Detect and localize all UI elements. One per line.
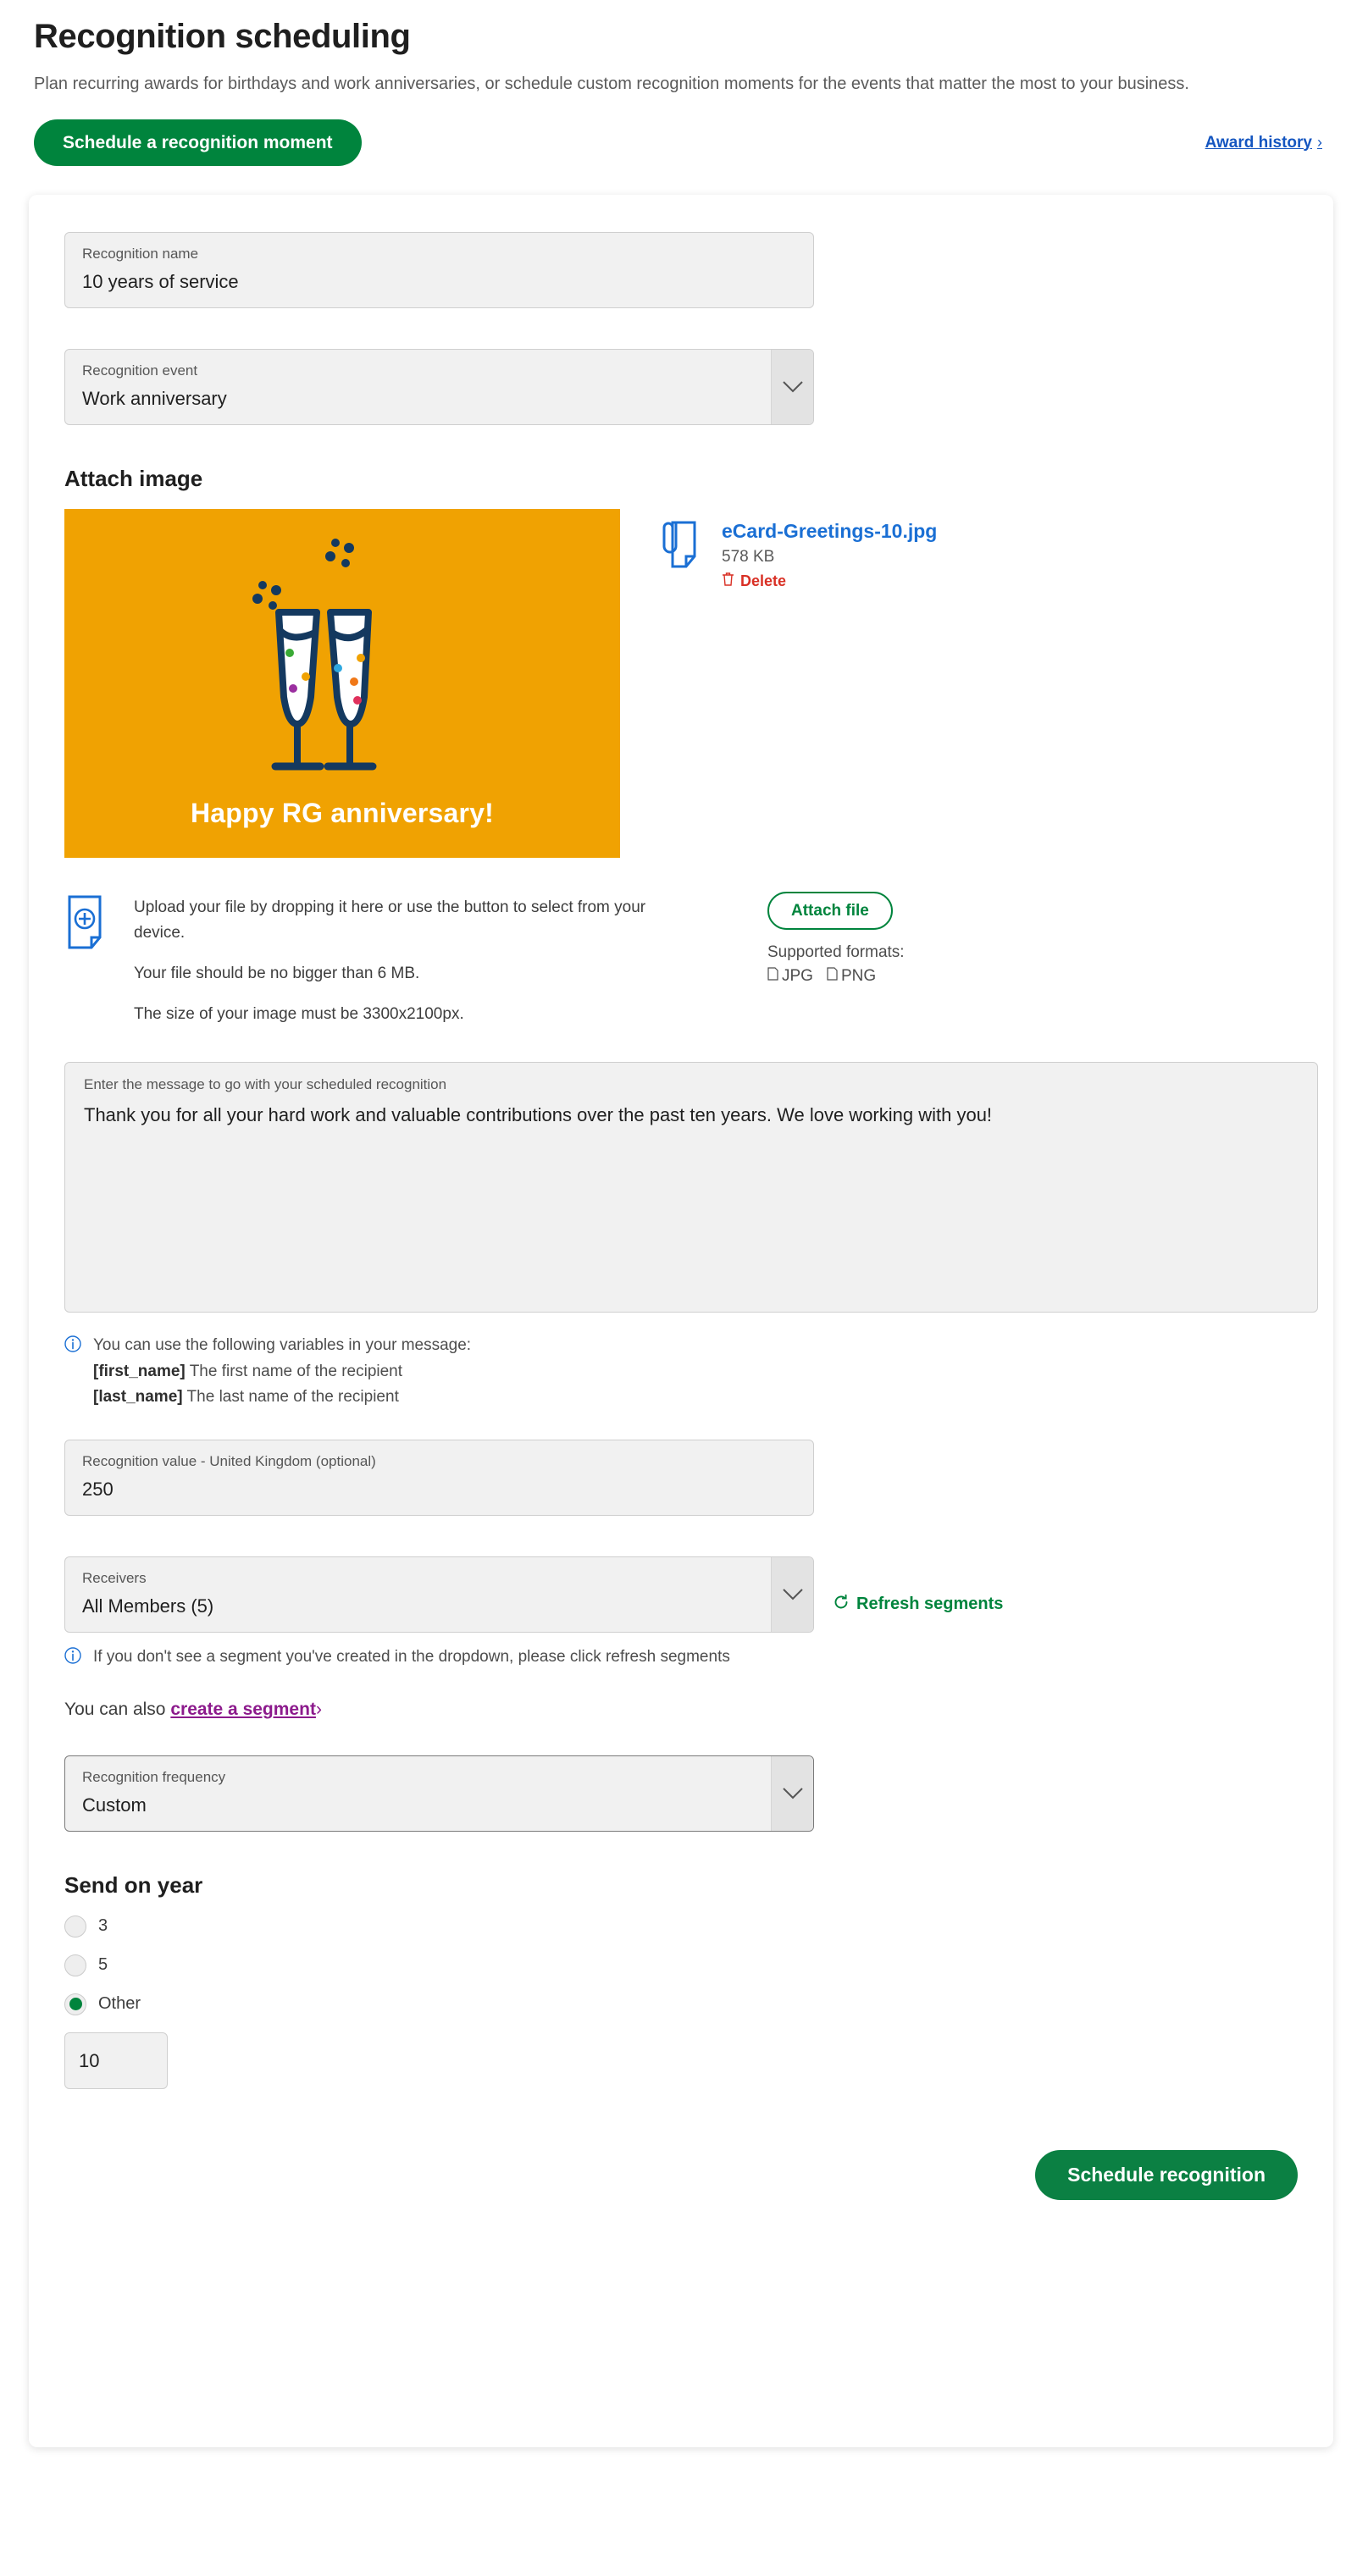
upload-dropzone[interactable]: Upload your file by dropping it here or … — [64, 890, 1298, 1028]
last-name-token: [last_name] — [93, 1387, 183, 1406]
recognition-value-label: Recognition value - United Kingdom (opti… — [82, 1452, 376, 1469]
chevron-down-icon[interactable] — [771, 1755, 813, 1831]
radio-indicator[interactable] — [64, 1954, 86, 1976]
refresh-segments-button[interactable]: Refresh segments — [833, 1594, 1003, 1616]
submit-row: Schedule recognition — [64, 2150, 1298, 2201]
format-jpg-label: JPG — [782, 966, 813, 985]
message-label: Enter the message to go with your schedu… — [84, 1075, 447, 1092]
chevron-right-icon: › — [315, 1699, 322, 1719]
first-name-token: [first_name] — [93, 1363, 186, 1381]
radio-option-3[interactable]: 3 — [64, 1915, 1298, 1938]
last-name-desc: The last name of the recipient — [186, 1387, 399, 1406]
variable-last-name: [last_name] The last name of the recipie… — [93, 1385, 471, 1409]
receivers-label: Receivers — [82, 1569, 147, 1586]
variables-hint: You can use the following variables in y… — [64, 1333, 1298, 1409]
recognition-frequency-select[interactable]: Recognition frequency Custom — [64, 1755, 814, 1832]
award-history-link[interactable]: Award history › — [1205, 134, 1322, 152]
format-png: PNG — [827, 967, 876, 986]
message-textarea[interactable]: Enter the message to go with your schedu… — [64, 1061, 1318, 1313]
schedule-recognition-moment-button[interactable]: Schedule a recognition moment — [34, 119, 362, 166]
attach-image-title: Attach image — [64, 465, 203, 491]
dropzone-line-2: Your file should be no bigger than 6 MB. — [134, 965, 420, 983]
chevron-down-icon[interactable] — [771, 349, 813, 424]
radio-option-5[interactable]: 5 — [64, 1954, 1298, 1976]
format-jpg: JPG — [767, 967, 813, 986]
delete-file-button[interactable]: Delete — [722, 572, 937, 590]
attach-image-row: Happy RG anniversary! eCard-Greetings-10… — [64, 508, 1298, 858]
recognition-name-field[interactable]: Recognition name 10 years of service — [64, 232, 814, 308]
create-segment-prefix: You can also — [64, 1699, 166, 1719]
attached-file-size: 578 KB — [722, 548, 775, 567]
info-icon — [64, 1646, 81, 1669]
radio-indicator[interactable] — [64, 1993, 86, 2015]
supported-formats-label: Supported formats: — [767, 943, 905, 961]
segment-hint: If you don't see a segment you've create… — [64, 1645, 1298, 1669]
refresh-segments-label: Refresh segments — [856, 1595, 1004, 1614]
file-meta: eCard-Greetings-10.jpg 578 KB Delete — [722, 519, 937, 591]
recognition-event-select[interactable]: Recognition event Work anniversary — [64, 348, 814, 425]
dropzone-line-3: The size of your image must be 3300x2100… — [134, 1004, 464, 1023]
recognition-name-label: Recognition name — [82, 246, 199, 262]
supported-formats-list: JPG PNG — [767, 967, 905, 986]
radio-label: Other — [98, 1994, 141, 2014]
champagne-glasses-illustration — [252, 538, 377, 771]
receivers-select[interactable]: Receivers All Members (5) — [64, 1556, 814, 1633]
first-name-desc: The first name of the recipient — [189, 1363, 403, 1381]
file-icon — [767, 966, 778, 986]
other-year-input[interactable]: 10 — [64, 2032, 168, 2090]
schedule-recognition-button[interactable]: Schedule recognition — [1035, 2150, 1298, 2201]
segment-hint-text: If you don't see a segment you've create… — [93, 1647, 730, 1666]
recognition-value-value: 250 — [82, 1479, 114, 1501]
add-file-icon — [64, 895, 112, 1028]
create-segment-line: You can also create a segment› — [64, 1700, 1298, 1720]
format-png-label: PNG — [840, 966, 877, 985]
file-icon — [827, 966, 838, 986]
recognition-value-field[interactable]: Recognition value - United Kingdom (opti… — [64, 1439, 814, 1516]
recognition-name-value: 10 years of service — [82, 271, 239, 293]
variables-hint-body: You can use the following variables in y… — [93, 1333, 471, 1409]
header-actions: Schedule a recognition moment Award hist… — [34, 119, 1334, 166]
variable-first-name: [first_name] The first name of the recip… — [93, 1359, 471, 1384]
delete-label: Delete — [740, 572, 787, 589]
page-subtitle: Plan recurring awards for birthdays and … — [34, 75, 1189, 93]
dropzone-text: Upload your file by dropping it here or … — [134, 895, 676, 1028]
other-year-value: 10 — [79, 2049, 100, 2071]
variables-intro: You can use the following variables in y… — [93, 1335, 472, 1354]
trash-icon — [722, 572, 734, 590]
create-segment-link[interactable]: create a segment — [170, 1700, 316, 1719]
receivers-value: All Members (5) — [82, 1595, 214, 1617]
page-title: Recognition scheduling — [34, 18, 411, 55]
attach-file-button[interactable]: Attach file — [767, 891, 893, 930]
radio-label: 5 — [98, 1955, 108, 1975]
message-value: Thank you for all your hard work and val… — [84, 1103, 993, 1125]
recognition-event-label: Recognition event — [82, 362, 198, 379]
attached-file-info: eCard-Greetings-10.jpg 578 KB Delete — [657, 509, 937, 591]
dropzone-left: Upload your file by dropping it here or … — [64, 890, 767, 1028]
recognition-form-card: Recognition name 10 years of service Rec… — [29, 195, 1333, 2447]
refresh-icon — [833, 1594, 850, 1616]
radio-option-other[interactable]: Other — [64, 1993, 1298, 2015]
recognition-event-value: Work anniversary — [82, 387, 227, 409]
radio-label: 3 — [98, 1916, 108, 1936]
send-on-year-title: Send on year — [64, 1871, 203, 1898]
send-on-year-radio-group: 3 5 Other — [64, 1915, 1298, 2015]
chevron-right-icon: › — [1317, 134, 1322, 151]
dropzone-right: Attach file Supported formats: JPG PNG — [767, 890, 905, 986]
page-header: Recognition scheduling Plan recurring aw… — [0, 0, 1368, 166]
recognition-frequency-label: Recognition frequency — [82, 1768, 226, 1785]
recognition-frequency-value: Custom — [82, 1794, 147, 1816]
ecard-caption: Happy RG anniversary! — [190, 797, 495, 828]
ecard-preview-image: Happy RG anniversary! — [64, 508, 620, 858]
award-history-label: Award history — [1205, 133, 1312, 152]
paperclip-file-icon — [657, 519, 705, 576]
chevron-down-icon[interactable] — [771, 1556, 813, 1632]
radio-indicator[interactable] — [64, 1915, 86, 1938]
info-icon — [64, 1335, 81, 1409]
attached-file-name-link[interactable]: eCard-Greetings-10.jpg — [722, 519, 937, 544]
receivers-row: Receivers All Members (5) Refresh segmen… — [64, 1556, 1298, 1633]
dropzone-line-1: Upload your file by dropping it here or … — [134, 898, 646, 943]
recognition-scheduling-page: Recognition scheduling Plan recurring aw… — [0, 0, 1368, 2447]
